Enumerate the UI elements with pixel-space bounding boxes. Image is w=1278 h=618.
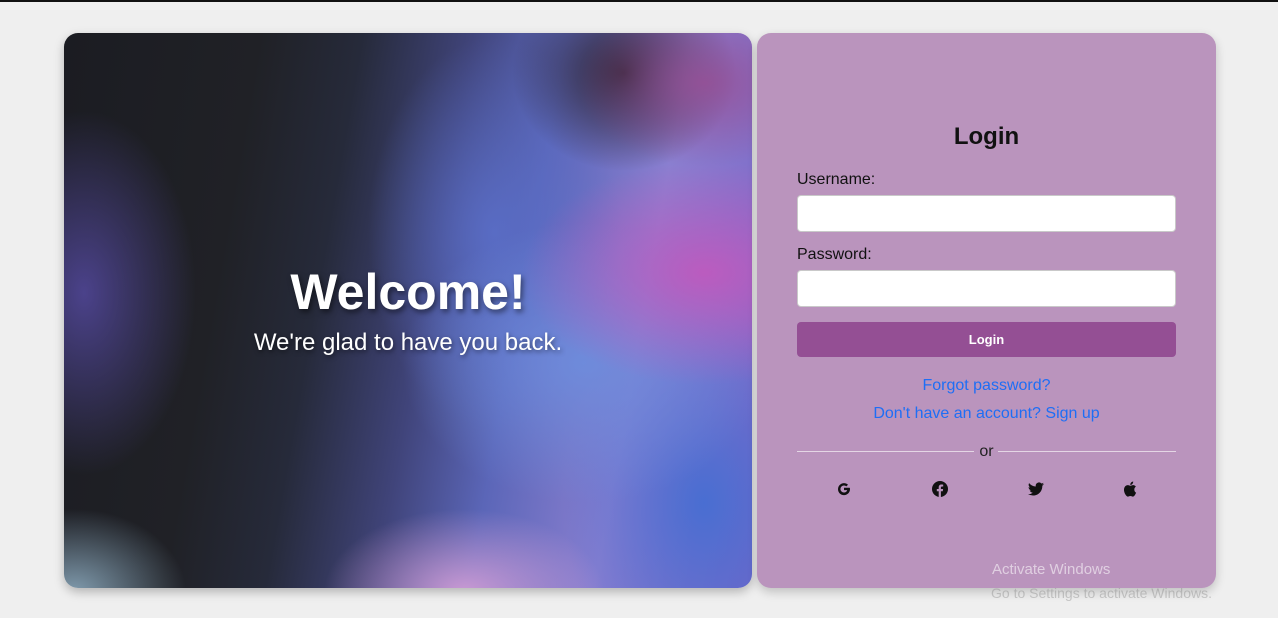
google-icon[interactable]	[834, 479, 854, 499]
activate-windows-title: Activate Windows	[992, 561, 1111, 578]
login-card: Login Username: Password: Login Forgot p…	[757, 33, 1216, 588]
activate-windows-hint: Go to Settings to activate Windows.	[991, 585, 1212, 601]
login-title: Login	[953, 123, 1020, 150]
forgot-password-link[interactable]: Forgot password?	[757, 377, 1216, 395]
username-input[interactable]	[797, 195, 1176, 232]
divider-or-text: or	[979, 443, 994, 460]
top-border	[0, 0, 1278, 2]
welcome-title: Welcome!	[290, 264, 526, 320]
twitter-icon[interactable]	[1026, 479, 1046, 499]
welcome-hero-panel: Welcome! We're glad to have you back.	[64, 33, 752, 588]
login-button[interactable]: Login	[797, 322, 1176, 357]
username-label: Username:	[797, 171, 876, 188]
password-input[interactable]	[797, 270, 1176, 307]
signup-link[interactable]: Don't have an account? Sign up	[757, 405, 1216, 423]
apple-icon[interactable]	[1120, 479, 1140, 499]
password-label: Password:	[797, 246, 872, 263]
facebook-icon[interactable]	[930, 479, 950, 499]
welcome-subtitle: We're glad to have you back.	[253, 329, 563, 356]
